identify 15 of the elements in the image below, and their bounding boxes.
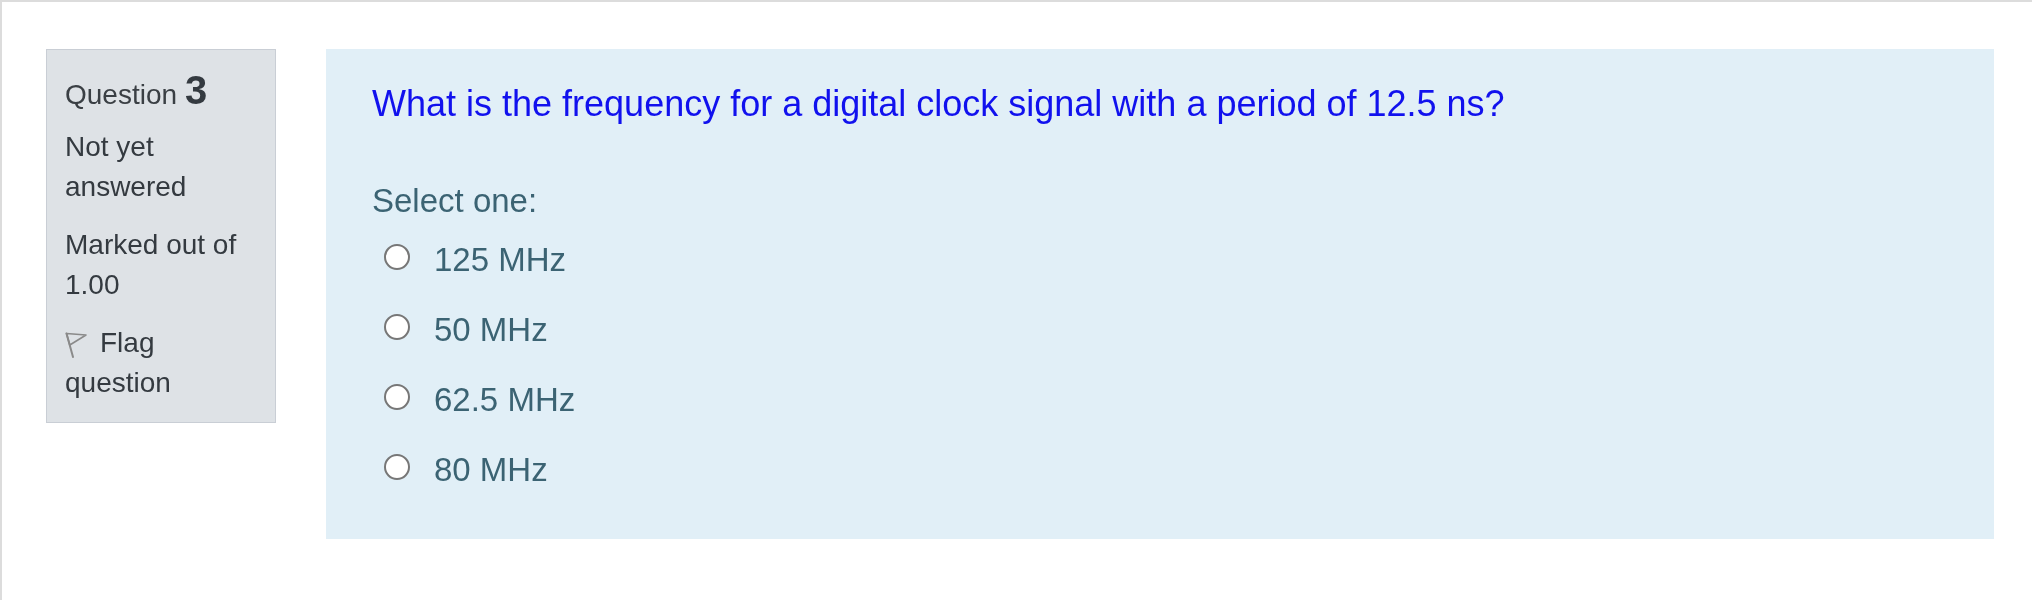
option-label[interactable]: 125 MHz xyxy=(434,236,567,284)
option-label[interactable]: 80 MHz xyxy=(434,446,548,494)
select-prompt: Select one: xyxy=(372,181,539,221)
radio-button[interactable] xyxy=(384,314,410,340)
question-label: Question xyxy=(65,79,178,110)
option-label[interactable]: 62.5 MHz xyxy=(434,376,576,424)
status-text: Not yet answered xyxy=(65,130,188,204)
radio-button[interactable] xyxy=(384,384,410,410)
radio-button[interactable] xyxy=(384,244,410,270)
mark-text: Marked out of 1.00 xyxy=(65,228,238,302)
question-number: 3 xyxy=(185,68,208,112)
question-text: What is the frequency for a digital clock signal with a period of 12.5 ns? xyxy=(372,82,1506,126)
flag-question-link[interactable]: Flag question xyxy=(65,323,257,403)
option-label[interactable]: 50 MHz xyxy=(434,306,548,354)
radio-button[interactable] xyxy=(384,454,410,480)
